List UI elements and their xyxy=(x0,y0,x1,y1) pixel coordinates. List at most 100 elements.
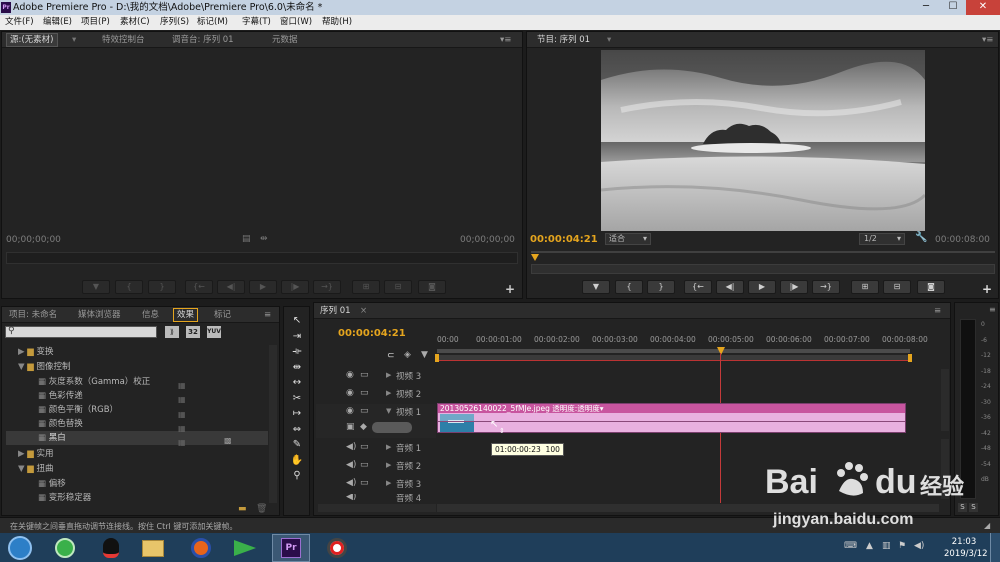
track-video-3[interactable]: ◉ ▭ ▶ 视频 3 xyxy=(316,368,436,386)
program-zoom-bar[interactable] xyxy=(531,264,995,274)
close-sequence-icon[interactable]: × xyxy=(360,303,367,319)
32bit-effects-button[interactable]: 32 xyxy=(186,326,200,338)
tree-item-warp-stabilizer[interactable]: ▦ 变形稳定器 xyxy=(38,491,91,503)
tree-item-transform[interactable]: ▶ ▆ 变换 xyxy=(18,345,54,357)
source-goto-in-button[interactable]: {← xyxy=(185,280,213,294)
program-marker-button[interactable]: ▼ xyxy=(582,280,610,294)
source-drag-icon[interactable]: ⇹ xyxy=(260,234,268,244)
solo-right-button[interactable]: S xyxy=(969,503,978,512)
hand-tool-icon[interactable]: ✋ xyxy=(288,453,306,469)
expand-icon[interactable]: ▶ xyxy=(386,479,391,487)
program-extract-button[interactable]: ⊟ xyxy=(883,280,911,294)
taskbar-app-camtasia[interactable] xyxy=(226,534,264,562)
tree-item-distort[interactable]: ▼ ▆ 扭曲 xyxy=(18,462,54,474)
tab-audio-mixer[interactable]: 调音台: 序列 01 xyxy=(172,32,234,48)
source-step-forward-button[interactable]: |▶ xyxy=(281,280,309,294)
effects-search-input[interactable]: ⚲ xyxy=(5,326,157,338)
zoom-tool-icon[interactable]: ⚲ xyxy=(288,468,306,484)
fit-dropdown[interactable]: 适合 ▾ xyxy=(605,233,651,245)
taskbar-app-update[interactable] xyxy=(46,534,84,562)
menu-sequence[interactable]: 序列(S) xyxy=(160,15,189,30)
tab-program[interactable]: 节目: 序列 01 xyxy=(537,32,590,48)
resolution-dropdown[interactable]: 1/2 ▾ xyxy=(859,233,905,245)
tree-item-color-replace[interactable]: ▦ 颜色替换 xyxy=(38,417,83,429)
panel-menu-icon[interactable]: ▾≡ xyxy=(500,32,511,48)
lock-icon[interactable]: ▭ xyxy=(360,442,369,452)
source-step-back-button[interactable]: ◀| xyxy=(217,280,245,294)
tab-media-browser[interactable]: 媒体浏览器 xyxy=(78,307,121,323)
new-bin-icon[interactable]: ▬ xyxy=(238,504,247,514)
start-button[interactable] xyxy=(2,534,38,562)
zoom-slider[interactable] xyxy=(318,504,436,512)
razor-tool-icon[interactable]: ✂ xyxy=(288,391,306,407)
tab-source[interactable]: 源:(无素材) xyxy=(6,33,58,47)
taskbar-app-recorder[interactable] xyxy=(318,534,356,562)
track-audio-1[interactable]: ◀) ▭ ▶ 音频 1 xyxy=(316,440,436,458)
meter-menu-icon[interactable]: ≡ xyxy=(989,305,996,314)
track-audio-2[interactable]: ◀) ▭ ▶ 音频 2 xyxy=(316,458,436,476)
speaker-icon[interactable]: ◀) xyxy=(346,478,356,488)
program-out-button[interactable]: } xyxy=(647,280,675,294)
source-in-button[interactable]: { xyxy=(115,280,143,294)
tray-flag-icon[interactable]: ⚑ xyxy=(898,541,906,551)
tree-item-offset[interactable]: ▦ 偏移 xyxy=(38,477,66,489)
source-tab-dropdown[interactable]: ▾ xyxy=(72,32,76,48)
maximize-button[interactable]: ☐ xyxy=(940,0,966,15)
program-step-back-button[interactable]: ◀| xyxy=(716,280,744,294)
tree-item-utility[interactable]: ▶ ▆ 实用 xyxy=(18,447,54,459)
timeline-timecode[interactable]: 00:00:04:21 xyxy=(338,328,406,339)
source-export-frame-button[interactable]: ◙ xyxy=(418,280,446,294)
taskbar-app-explorer[interactable] xyxy=(134,534,172,562)
menu-help[interactable]: 帮助(H) xyxy=(322,15,352,30)
tray-network-icon[interactable]: ▥ xyxy=(882,541,891,551)
video-clip[interactable]: 20130526140022_5fMJe.jpeg 透明度:透明度▾ xyxy=(437,403,906,433)
keyframe-nav[interactable] xyxy=(372,422,412,433)
source-timecode-left[interactable]: 00;00;00;00 xyxy=(6,235,61,245)
source-marker-button[interactable]: ▼ xyxy=(82,280,110,294)
lock-icon[interactable]: ▭ xyxy=(360,388,369,398)
slide-tool-icon[interactable]: ⇔ xyxy=(288,422,306,438)
tab-sequence-01[interactable]: 序列 01 xyxy=(320,303,351,319)
work-area-bar[interactable] xyxy=(437,355,910,361)
speaker-icon[interactable]: ◀) xyxy=(346,460,356,470)
taskbar-app-firefox[interactable] xyxy=(182,534,220,562)
rate-stretch-tool-icon[interactable]: ↔ xyxy=(288,375,306,391)
source-insert-button[interactable]: ⊞ xyxy=(352,280,380,294)
menu-marker[interactable]: 标记(M) xyxy=(197,15,228,30)
lock-icon[interactable]: ▭ xyxy=(360,370,369,380)
clip-opacity-dropdown[interactable]: 透明度:透明度▾ xyxy=(552,404,603,413)
video-tracks-scrollbar[interactable] xyxy=(941,369,949,431)
program-panel-menu-icon[interactable]: ▾≡ xyxy=(982,32,993,48)
minimize-button[interactable]: ─ xyxy=(912,0,940,15)
tray-keyboard-icon[interactable]: ⌨ xyxy=(844,541,857,551)
program-play-button[interactable]: ▶ xyxy=(748,280,776,294)
eye-icon[interactable]: ◉ xyxy=(346,370,354,380)
playhead-handle-icon[interactable] xyxy=(717,347,725,355)
program-step-forward-button[interactable]: |▶ xyxy=(780,280,808,294)
lock-icon[interactable]: ▭ xyxy=(360,460,369,470)
menu-file[interactable]: 文件(F) xyxy=(5,15,34,30)
tray-volume-icon[interactable]: ◀) xyxy=(914,541,924,551)
taskbar-clock[interactable]: 21:03 2019/3/12 xyxy=(944,536,988,560)
program-add-button[interactable]: + xyxy=(982,282,992,296)
work-area-end-handle[interactable] xyxy=(908,354,912,362)
effects-scrollbar[interactable] xyxy=(269,345,277,503)
keyframe-toggle-icon[interactable]: ◆ xyxy=(360,422,367,432)
effects-panel-menu-icon[interactable]: ≡ xyxy=(264,307,271,323)
collapse-icon[interactable]: ▼ xyxy=(386,407,391,415)
opacity-line[interactable] xyxy=(438,421,905,422)
menu-project[interactable]: 项目(P) xyxy=(81,15,110,30)
expand-icon[interactable]: ▶ xyxy=(386,461,391,469)
lock-icon[interactable]: ▭ xyxy=(360,406,369,416)
slip-tool-icon[interactable]: ↦ xyxy=(288,406,306,422)
source-add-button[interactable]: + xyxy=(505,282,515,296)
tab-effect-controls[interactable]: 特效控制台 xyxy=(102,32,145,48)
track-audio-3[interactable]: ◀) ▭ ▶ 音频 3 xyxy=(316,476,436,494)
snap-icon[interactable]: ⊂ xyxy=(387,351,395,361)
tree-item-color-pass[interactable]: ▦ 色彩传递 xyxy=(38,389,83,401)
source-goto-out-button[interactable]: →} xyxy=(313,280,341,294)
tree-item-color-balance[interactable]: ▦ 颜色平衡（RGB） xyxy=(38,403,118,415)
solo-left-button[interactable]: S xyxy=(958,503,967,512)
tab-effects[interactable]: 效果 xyxy=(173,308,199,322)
tab-project[interactable]: 项目: 未命名 xyxy=(9,307,57,323)
